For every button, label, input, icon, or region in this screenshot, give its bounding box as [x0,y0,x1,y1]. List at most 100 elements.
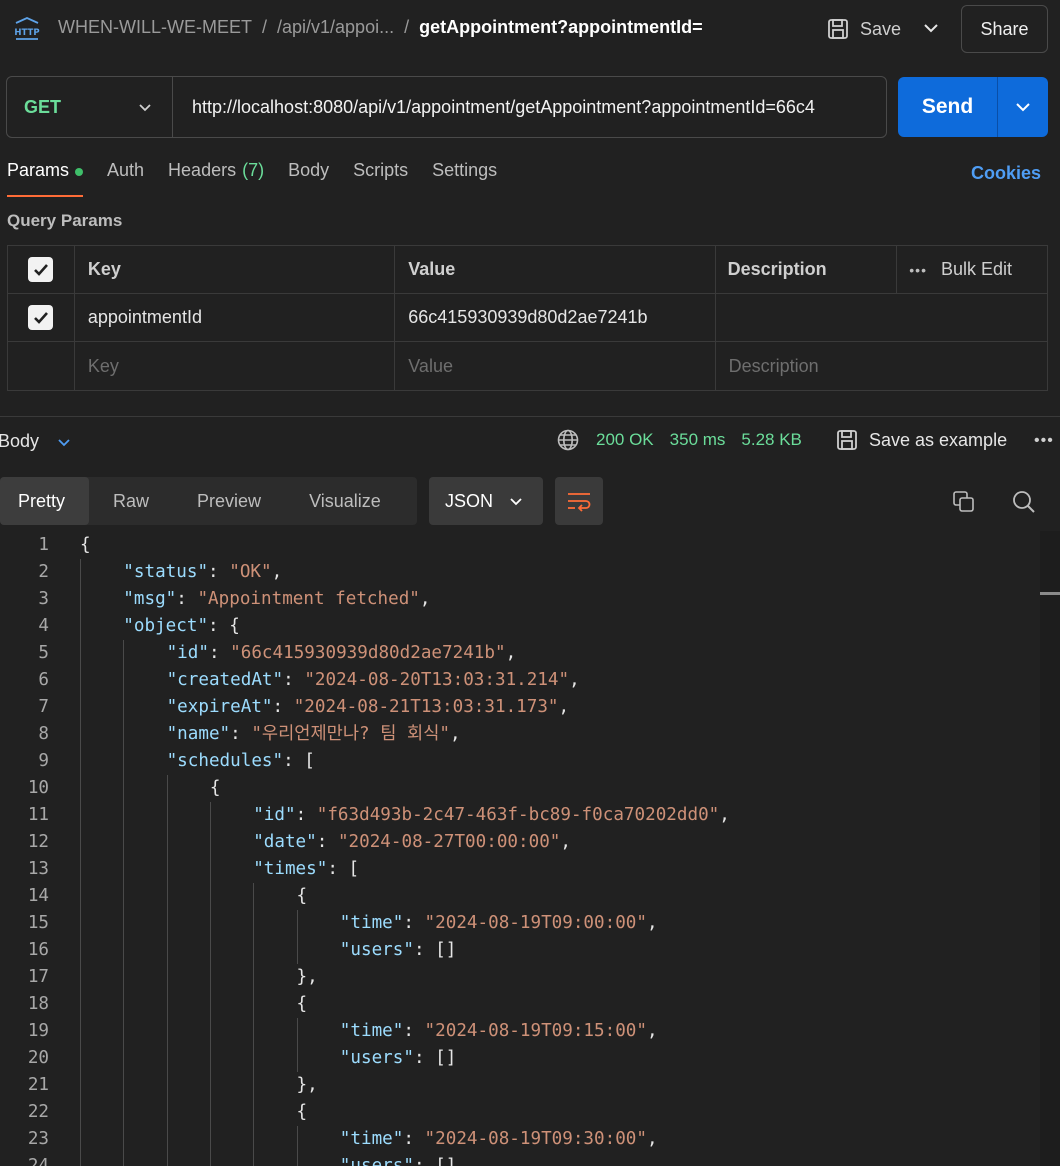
response-size[interactable]: 5.28 KB [741,430,802,450]
line-number: 18 [27,994,49,1014]
line-number: 20 [27,1048,49,1068]
bulk-edit-cell: ••• Bulk Edit [897,246,1047,293]
tab-label: Auth [107,160,145,180]
view-tab-preview[interactable]: Preview [173,477,285,525]
bulk-edit-button[interactable]: Bulk Edit [941,259,1012,280]
breadcrumb-folder[interactable]: /api/v1/appoi... [277,17,394,38]
code-line: "time": "2024-08-19T09:15:00", [339,1021,658,1041]
format-label: JSON [445,490,494,511]
search-icon[interactable] [1011,489,1037,515]
line-number: 24 [27,1156,49,1166]
code-line: "time": "2024-08-19T09:00:00", [339,913,658,933]
scrollbar-thumb[interactable] [1040,592,1060,595]
indent-guide [166,775,168,1166]
line-number: 7 [38,697,49,717]
code-line: "id": "66c415930939d80d2ae7241b", [166,643,517,663]
breadcrumb-request-name[interactable]: getAppointment?appointmentId= [419,17,702,38]
http-request-icon: HTTP [14,17,40,40]
code-line: "users": [] [339,1156,457,1166]
response-meta: 200 OK 350 ms 5.28 KB [556,428,802,452]
save-label: Save [860,18,902,39]
save-button[interactable]: Save [826,14,901,44]
line-number: 14 [27,886,49,906]
indent-guide [296,910,298,964]
new-key-input[interactable]: Key [75,342,396,390]
svg-text:HTTP: HTTP [14,28,39,38]
column-header-key: Key [75,246,396,293]
tab-auth[interactable]: Auth [107,160,144,197]
line-number: 1 [38,535,49,555]
tab-label: Params [7,160,70,180]
new-value-input[interactable]: Value [395,342,716,390]
code-line: "date": "2024-08-27T00:00:00", [253,832,571,852]
view-tab-visualize[interactable]: Visualize [285,477,405,525]
indent-guide [123,640,125,1166]
breadcrumb: WHEN-WILL-WE-MEET / /api/v1/appoi... / g… [58,17,703,38]
line-number: 6 [38,670,49,690]
chevron-down-icon [58,438,70,446]
response-body-label: Body [0,431,40,451]
tab-scripts[interactable]: Scripts [353,160,408,197]
copy-icon[interactable] [951,489,977,515]
tab-label: Headers [168,160,237,180]
tab-headers[interactable]: Headers (7) [168,160,264,197]
line-number: 16 [27,940,49,960]
table-header-row: Key Value Description ••• Bulk Edit [8,246,1047,294]
share-button[interactable]: Share [961,5,1048,53]
view-tab-pretty[interactable]: Pretty [0,477,90,525]
tab-body[interactable]: Body [288,160,329,197]
chevron-down-icon [1016,103,1030,112]
url-input[interactable]: http://localhost:8080/api/v1/appointment… [173,97,886,118]
param-key-input[interactable]: appointmentId [75,294,396,341]
code-line: "name": "우리언제만나? 팀 회식", [166,724,461,744]
save-icon [837,430,857,450]
word-wrap-button[interactable] [555,477,603,525]
send-button[interactable]: Send [898,77,998,137]
code-line: "times": [ [253,859,360,879]
globe-icon[interactable] [556,428,580,452]
row-enabled-checkbox[interactable] [28,305,54,330]
send-options-button[interactable] [998,77,1048,137]
response-time[interactable]: 350 ms [670,430,726,450]
line-number: 21 [27,1075,49,1095]
status-code[interactable]: 200 OK [596,430,654,450]
line-number: 2 [38,562,49,582]
line-number: 22 [27,1102,49,1122]
request-url-bar: GET http://localhost:8080/api/v1/appoint… [6,76,887,138]
line-number: 10 [27,778,49,798]
view-tab-raw[interactable]: Raw [89,477,173,525]
tab-settings[interactable]: Settings [432,160,497,197]
save-options-chevron-down-icon[interactable] [920,17,942,39]
select-all-cell [8,246,75,293]
param-description-input[interactable] [716,294,1047,341]
query-params-table: Key Value Description ••• Bulk Edit appo… [7,245,1048,391]
row-checkbox-cell [8,294,75,341]
new-description-input[interactable]: Description [716,342,1047,390]
more-options-icon[interactable]: ••• [1034,432,1054,450]
more-options-icon[interactable]: ••• [909,262,927,278]
code-line: "status": "OK", [123,562,283,582]
code-line: "object": { [123,616,240,636]
chevron-down-icon [510,498,522,506]
pane-divider[interactable] [0,416,1060,417]
cookies-link[interactable]: Cookies [971,163,1041,184]
word-wrap-icon [568,493,591,512]
tab-params[interactable]: Params [7,160,84,197]
code-line: { [296,994,308,1014]
code-line: "users": [] [339,1048,457,1068]
tab-label: Scripts [353,160,409,180]
headers-count: (7) [242,160,265,180]
response-body-select[interactable]: Body [0,431,73,452]
column-header-description: Description [716,246,898,293]
param-value-input[interactable]: 66c415930939d80d2ae7241b [395,294,716,341]
code-line: "time": "2024-08-19T09:30:00", [339,1129,658,1149]
format-select[interactable]: JSON [429,477,543,525]
tab-label: Settings [432,160,498,180]
scrollbar-track[interactable] [1040,531,1060,1166]
select-all-checkbox[interactable] [28,257,54,282]
method-select[interactable]: GET [7,77,173,137]
response-json-viewer[interactable]: 1 {2 "status": "OK", 3 "msg": "Appointment f… [0,531,1040,1166]
tab-label: Body [288,160,330,180]
breadcrumb-collection[interactable]: WHEN-WILL-WE-MEET [58,17,252,38]
save-as-example-button[interactable]: Save as example [835,428,1007,452]
